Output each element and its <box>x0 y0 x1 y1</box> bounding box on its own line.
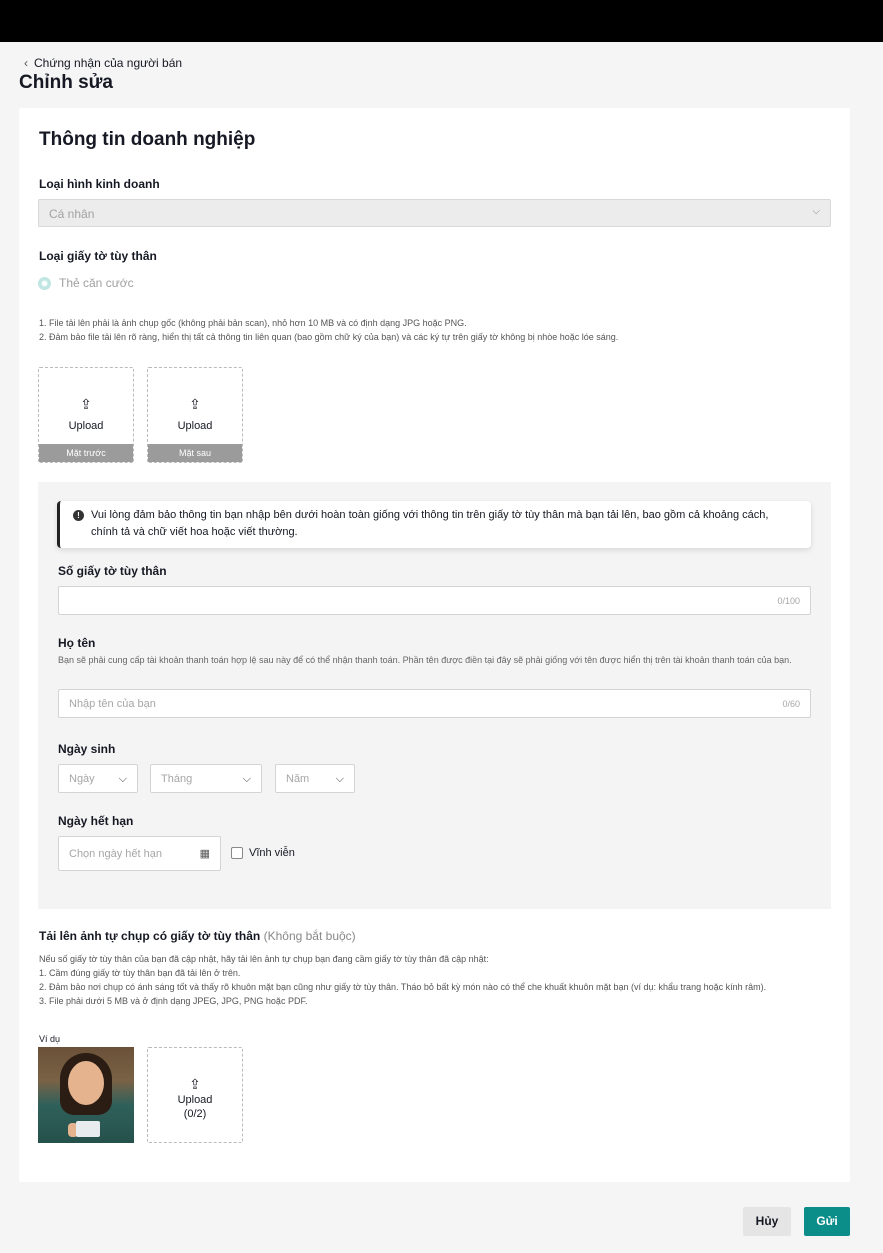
upload-icon: ⇪ <box>80 396 92 412</box>
upload-front[interactable]: ⇪ Upload Mặt trước <box>38 367 134 463</box>
info-alert: ! Vui lòng đảm bảo thông tin bạn nhập bê… <box>57 501 811 548</box>
alert-text: Vui lòng đảm bảo thông tin bạn nhập bên … <box>91 509 769 538</box>
id-type-label: Loại giấy tờ tùy thân <box>39 249 157 263</box>
radio-selected-icon <box>38 276 51 290</box>
id-number-counter: 0/100 <box>777 595 800 606</box>
selfie-upload[interactable]: ⇪ Upload (0/2) <box>147 1047 243 1143</box>
birth-day-placeholder: Ngày <box>69 772 95 785</box>
birth-year-select[interactable]: Năm ⌵ <box>275 764 355 793</box>
chevron-left-icon: ‹ <box>24 56 28 70</box>
note-line-1: 1. File tải lên phải là ảnh chụp gốc (kh… <box>39 318 467 328</box>
expiry-date-picker[interactable]: Chọn ngày hết hạn ▦ <box>58 836 221 871</box>
calendar-icon: ▦ <box>199 848 210 860</box>
breadcrumb-back[interactable]: ‹ Chứng nhận của người bán <box>24 56 182 70</box>
id-number-label: Số giấy tờ tùy thân <box>58 564 167 578</box>
permanent-label: Vĩnh viễn <box>249 847 295 859</box>
birthdate-label: Ngày sinh <box>58 742 116 756</box>
info-icon: ! <box>73 510 84 521</box>
birth-year-placeholder: Năm <box>286 772 310 785</box>
business-type-label: Loại hình kinh doanh <box>39 177 160 191</box>
upload-icon: ⇪ <box>189 396 201 412</box>
expiry-label: Ngày hết hạn <box>58 814 134 828</box>
id-type-radio: Thẻ căn cước <box>38 276 134 290</box>
selfie-rule-3: 3. File phải dưới 5 MB và ở định dạng JP… <box>39 996 308 1006</box>
upload-icon: ⇪ <box>189 1076 201 1092</box>
birth-month-select[interactable]: Tháng ⌵ <box>150 764 262 793</box>
checkbox-icon <box>231 847 243 859</box>
birth-day-select[interactable]: Ngày ⌵ <box>58 764 138 793</box>
upload-front-caption: Mặt trước <box>39 444 133 462</box>
chevron-down-icon: ⌵ <box>118 773 127 785</box>
selfie-label: Tải lên ảnh tự chụp có giấy tờ tùy thân <box>39 929 261 943</box>
full-name-counter: 0/60 <box>782 698 800 709</box>
selfie-upload-label: Upload <box>177 1094 213 1106</box>
chevron-down-icon: ⌵ <box>812 206 820 217</box>
selfie-heading: Tải lên ảnh tự chụp có giấy tờ tùy thân … <box>39 929 356 943</box>
permanent-checkbox[interactable]: Vĩnh viễn <box>231 847 295 859</box>
example-label: Ví dụ <box>39 1034 61 1044</box>
cancel-button[interactable]: Hủy <box>743 1207 791 1236</box>
example-selfie-image <box>38 1047 134 1143</box>
chevron-down-icon: ⌵ <box>335 773 344 785</box>
full-name-label: Họ tên <box>58 636 96 650</box>
upload-back[interactable]: ⇪ Upload Mặt sau <box>147 367 243 463</box>
page-title: Chỉnh sửa <box>19 72 113 93</box>
selfie-rule-2: 2. Đảm bảo nơi chụp có ánh sáng tốt và t… <box>39 982 767 992</box>
section-title: Thông tin doanh nghiệp <box>39 129 256 150</box>
breadcrumb-label: Chứng nhận của người bán <box>34 56 183 70</box>
upload-front-label: Upload <box>68 420 104 432</box>
full-name-hint: Bạn sẽ phải cung cấp tài khoản thanh toá… <box>58 655 792 665</box>
id-card-icon <box>76 1121 100 1137</box>
chevron-down-icon: ⌵ <box>242 773 251 785</box>
upload-back-label: Upload <box>177 420 213 432</box>
business-type-select: Cá nhân ⌵ <box>38 199 831 227</box>
submit-button[interactable]: Gửi <box>804 1207 850 1236</box>
selfie-rules: Nếu số giấy tờ tùy thân của bạn đã cập n… <box>39 952 829 1008</box>
upload-back-caption: Mặt sau <box>148 444 242 462</box>
selfie-upload-count: (0/2) <box>183 1108 207 1120</box>
birth-month-placeholder: Tháng <box>161 772 193 785</box>
expiry-placeholder: Chọn ngày hết hạn <box>69 847 162 860</box>
selfie-optional: (Không bắt buộc) <box>263 929 356 943</box>
note-line-2: 2. Đảm bảo file tải lên rõ ràng, hiển th… <box>39 332 619 342</box>
id-number-input[interactable]: 0/100 <box>58 586 811 615</box>
identity-details-panel: ! Vui lòng đảm bảo thông tin bạn nhập bê… <box>38 482 831 909</box>
selfie-intro: Nếu số giấy tờ tùy thân của bạn đã cập n… <box>39 954 489 964</box>
id-type-option: Thẻ căn cước <box>59 276 134 290</box>
selfie-rule-1: 1. Cầm đúng giấy tờ tùy thân bạn đã tải … <box>39 968 241 978</box>
full-name-input[interactable]: Nhập tên của bạn 0/60 <box>58 689 811 718</box>
full-name-placeholder: Nhập tên của bạn <box>69 697 156 710</box>
top-bar <box>0 0 883 42</box>
upload-notes: 1. File tải lên phải là ảnh chụp gốc (kh… <box>39 316 819 344</box>
business-type-value: Cá nhân <box>49 207 95 221</box>
business-info-card: Thông tin doanh nghiệp Loại hình kinh do… <box>19 108 850 1182</box>
